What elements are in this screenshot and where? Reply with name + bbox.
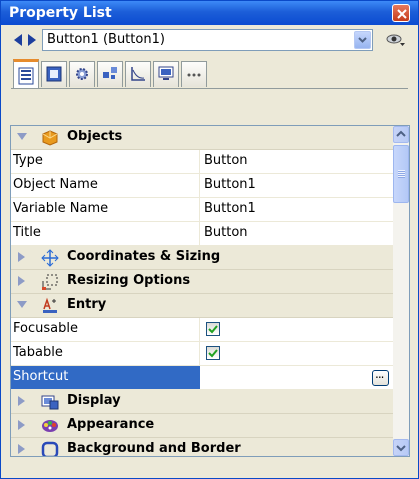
move-arrows-icon — [41, 249, 59, 267]
ellipsis-label: ... — [375, 367, 385, 381]
category-resizing-options[interactable]: Resizing Options — [11, 270, 393, 294]
property-label: Title — [13, 225, 41, 240]
object-selector-value: Button1 (Button1) — [47, 32, 165, 47]
chevron-down-icon — [358, 37, 367, 43]
expanded-arrow-icon — [17, 301, 27, 308]
property-row-focusable[interactable]: Focusable — [11, 318, 393, 342]
tab-more[interactable] — [181, 61, 207, 87]
collapsed-arrow-icon — [18, 444, 25, 454]
category-objects[interactable]: Objects — [11, 126, 393, 150]
category-label: Objects — [67, 129, 123, 144]
category-label: Background and Border — [67, 441, 241, 456]
collapsed-arrow-icon — [18, 396, 25, 406]
property-row-variable-name[interactable]: Variable Name Button1 — [11, 198, 393, 222]
collapsed-arrow-icon — [18, 420, 25, 430]
dropdown-button[interactable] — [354, 31, 371, 49]
close-button[interactable] — [392, 4, 410, 22]
category-coordinates-sizing[interactable]: Coordinates & Sizing — [11, 246, 393, 270]
category-background-border[interactable]: Background and Border — [11, 438, 393, 456]
tab-gear[interactable] — [69, 61, 95, 87]
column-divider — [199, 222, 200, 246]
shortcut-value-field[interactable]: ... — [200, 366, 393, 389]
column-divider — [199, 342, 200, 366]
scroll-thumb[interactable] — [393, 145, 409, 203]
close-icon — [397, 9, 407, 19]
border-icon — [41, 441, 59, 456]
display-icon — [41, 395, 59, 410]
scroll-down-button[interactable] — [393, 439, 409, 456]
palette-icon — [42, 420, 58, 432]
cube-icon — [42, 130, 58, 146]
category-label: Appearance — [67, 417, 155, 432]
category-appearance[interactable]: Appearance — [11, 414, 393, 438]
property-label: Object Name — [13, 177, 98, 192]
collapsed-arrow-icon — [18, 252, 25, 262]
tab-blocks[interactable] — [97, 61, 123, 87]
tab-content-border — [11, 88, 408, 89]
category-label: Display — [67, 393, 121, 408]
tab-form[interactable] — [41, 61, 67, 87]
property-label: Type — [13, 153, 43, 168]
prev-next-object-arrows-icon[interactable] — [12, 32, 38, 48]
chevron-down-icon — [396, 445, 406, 452]
property-value[interactable]: Button — [204, 225, 248, 240]
property-row-object-name[interactable]: Object Name Button1 — [11, 174, 393, 198]
form-icon — [46, 66, 62, 82]
property-grid: Objects Type Button Object Name Button1 … — [11, 126, 393, 456]
blocks-icon — [103, 67, 117, 79]
property-value[interactable]: Button1 — [204, 177, 256, 192]
scroll-up-button[interactable] — [393, 126, 409, 143]
property-row-shortcut[interactable]: Shortcut ... — [11, 366, 393, 390]
focusable-checkbox[interactable] — [206, 322, 220, 336]
property-row-type[interactable]: Type Button — [11, 150, 393, 174]
checkmark-icon — [208, 349, 218, 358]
tab-graph[interactable] — [125, 61, 151, 87]
property-label: Focusable — [13, 321, 78, 336]
tab-monitor[interactable] — [153, 61, 179, 87]
tab-bar — [11, 59, 408, 89]
column-divider — [199, 174, 200, 198]
title-bar[interactable]: Property List — [1, 1, 418, 25]
category-label: Coordinates & Sizing — [67, 249, 221, 264]
category-label: Resizing Options — [67, 273, 191, 288]
property-label: Variable Name — [13, 201, 109, 216]
property-label: Shortcut — [13, 369, 69, 384]
property-value[interactable]: Button1 — [204, 201, 256, 216]
shortcut-ellipsis-button[interactable]: ... — [372, 367, 389, 386]
eye-icon[interactable] — [385, 31, 407, 49]
column-divider — [199, 318, 200, 342]
vertical-scrollbar[interactable] — [393, 126, 409, 456]
property-label: Tabable — [13, 345, 63, 360]
category-label: Entry — [67, 297, 107, 312]
entry-icon — [43, 297, 57, 313]
scroll-thumb-grip — [398, 170, 405, 178]
collapsed-arrow-icon — [18, 276, 25, 286]
property-row-tabable[interactable]: Tabable — [11, 342, 393, 366]
property-value[interactable]: Button — [204, 153, 248, 168]
property-row-title[interactable]: Title Button — [11, 222, 393, 246]
graph-icon — [131, 67, 145, 81]
category-entry[interactable]: Entry — [11, 294, 393, 318]
tab-list[interactable] — [13, 59, 39, 89]
window-title: Property List — [9, 5, 112, 21]
list-icon — [18, 67, 34, 85]
checkmark-icon — [208, 325, 218, 334]
resize-icon — [42, 274, 58, 290]
column-divider — [199, 198, 200, 222]
category-display[interactable]: Display — [11, 390, 393, 414]
tabable-checkbox[interactable] — [206, 346, 220, 360]
expanded-arrow-icon — [17, 133, 27, 140]
gear-icon — [76, 68, 88, 80]
column-divider — [199, 150, 200, 174]
property-list-window: Property List Button1 (Button1) Objects … — [0, 0, 419, 479]
chevron-up-icon — [396, 130, 406, 137]
monitor-icon — [158, 66, 174, 80]
more-icon — [187, 73, 201, 77]
object-selector-dropdown[interactable]: Button1 (Button1) — [42, 29, 373, 51]
